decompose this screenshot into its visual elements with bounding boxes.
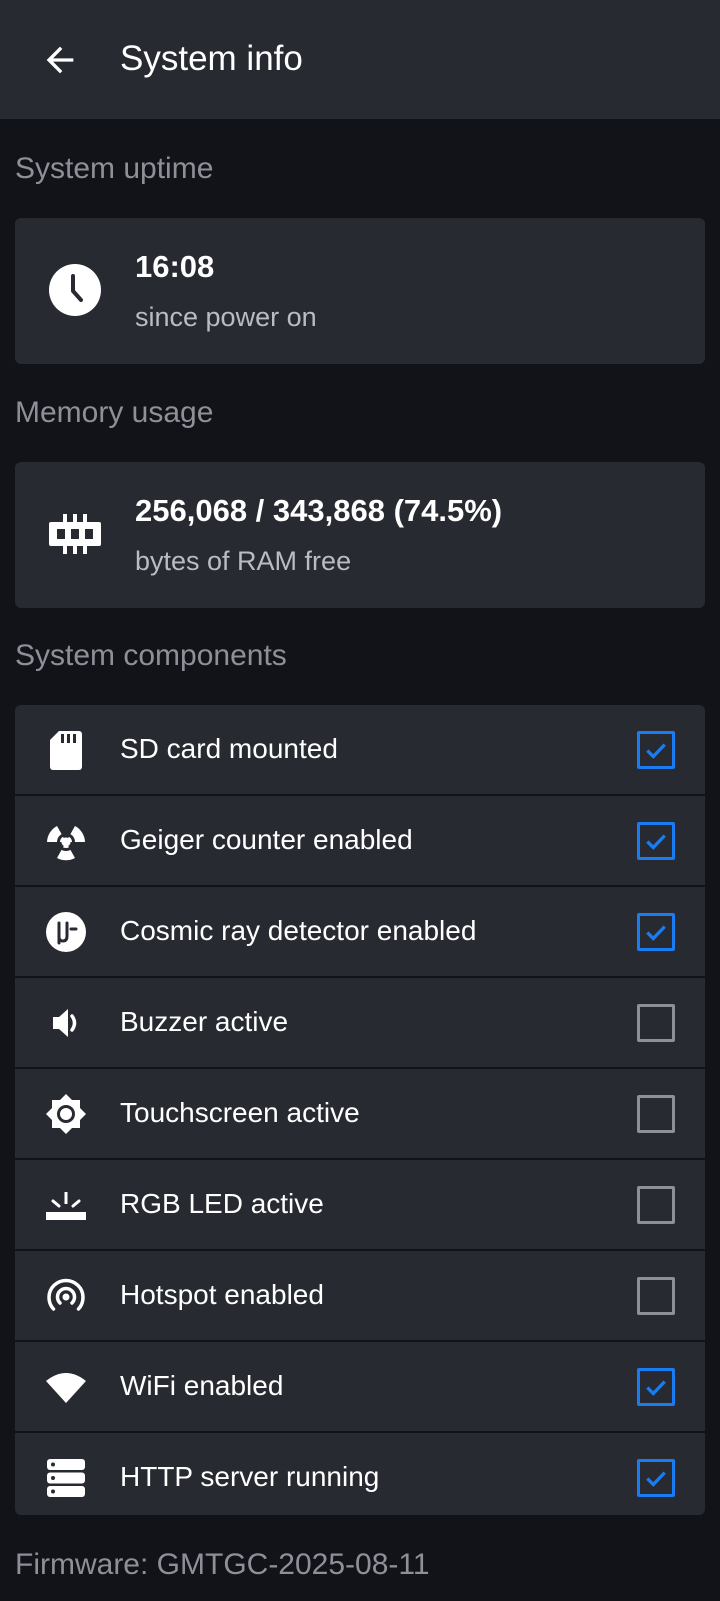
component-row-sd-card[interactable]: SD card mounted: [15, 705, 705, 796]
arrow-back-icon: [46, 46, 74, 74]
hotspot-checkbox[interactable]: [637, 1277, 675, 1315]
memory-card: 256,068 / 343,868 (74.5%) bytes of RAM f…: [15, 462, 705, 608]
buzzer-checkbox[interactable]: [637, 1004, 675, 1042]
component-label: HTTP server running: [120, 1461, 380, 1492]
app-bar: System info: [0, 0, 720, 119]
speaker-icon: [45, 1002, 87, 1044]
memory-heading: Memory usage: [15, 396, 214, 429]
server-icon: [45, 1457, 87, 1499]
clock-icon: [47, 262, 103, 318]
component-label: Cosmic ray detector enabled: [120, 915, 477, 946]
http-server-checkbox[interactable]: [637, 1459, 675, 1497]
rgb-led-checkbox[interactable]: [637, 1186, 675, 1224]
cosmic-ray-detector-checkbox[interactable]: [637, 913, 675, 951]
component-row-cosmic-ray-detector[interactable]: Cosmic ray detector enabled: [15, 887, 705, 978]
memory-icon: [47, 506, 103, 562]
component-label: RGB LED active: [120, 1188, 324, 1219]
page-title: System info: [120, 39, 303, 78]
components-list: SD card mounted Geiger counter enabled C…: [15, 705, 705, 1515]
sd-card-checkbox[interactable]: [637, 731, 675, 769]
component-row-geiger-counter[interactable]: Geiger counter enabled: [15, 796, 705, 887]
check-icon: [646, 1471, 666, 1487]
component-label: SD card mounted: [120, 733, 338, 764]
component-row-http-server[interactable]: HTTP server running: [15, 1433, 705, 1515]
component-label: WiFi enabled: [120, 1370, 284, 1401]
system-info-screen: System info System uptime 16:08 since po…: [0, 0, 720, 1601]
uptime-heading: System uptime: [15, 152, 214, 185]
uptime-caption: since power on: [135, 302, 317, 332]
wifi-icon: [45, 1366, 87, 1408]
geiger-counter-checkbox[interactable]: [637, 822, 675, 860]
wifi-checkbox[interactable]: [637, 1368, 675, 1406]
firmware-version: Firmware: GMTGC-2025-08-11: [15, 1548, 430, 1581]
check-icon: [646, 1380, 666, 1396]
component-label: Hotspot enabled: [120, 1279, 324, 1310]
touchscreen-checkbox[interactable]: [637, 1095, 675, 1133]
back-button[interactable]: [30, 30, 90, 90]
check-icon: [646, 925, 666, 941]
component-label: Touchscreen active: [120, 1097, 360, 1128]
component-row-buzzer[interactable]: Buzzer active: [15, 978, 705, 1069]
uptime-card: 16:08 since power on: [15, 218, 705, 364]
sd-card-icon: [45, 729, 87, 771]
component-label: Geiger counter enabled: [120, 824, 413, 855]
memory-caption: bytes of RAM free: [135, 546, 352, 576]
check-icon: [646, 743, 666, 759]
component-row-hotspot[interactable]: Hotspot enabled: [15, 1251, 705, 1342]
component-row-touchscreen[interactable]: Touchscreen active: [15, 1069, 705, 1160]
hotspot-icon: [45, 1275, 87, 1317]
mu-icon: [45, 911, 87, 953]
check-icon: [646, 834, 666, 850]
component-label: Buzzer active: [120, 1006, 289, 1037]
light-icon: [45, 1184, 87, 1226]
radiation-icon: [45, 820, 87, 862]
uptime-value: 16:08: [135, 249, 215, 284]
brightness-icon: [45, 1093, 87, 1135]
memory-value: 256,068 / 343,868 (74.5%): [135, 493, 503, 528]
components-heading: System components: [15, 639, 287, 672]
component-row-wifi[interactable]: WiFi enabled: [15, 1342, 705, 1433]
component-row-rgb-led[interactable]: RGB LED active: [15, 1160, 705, 1251]
